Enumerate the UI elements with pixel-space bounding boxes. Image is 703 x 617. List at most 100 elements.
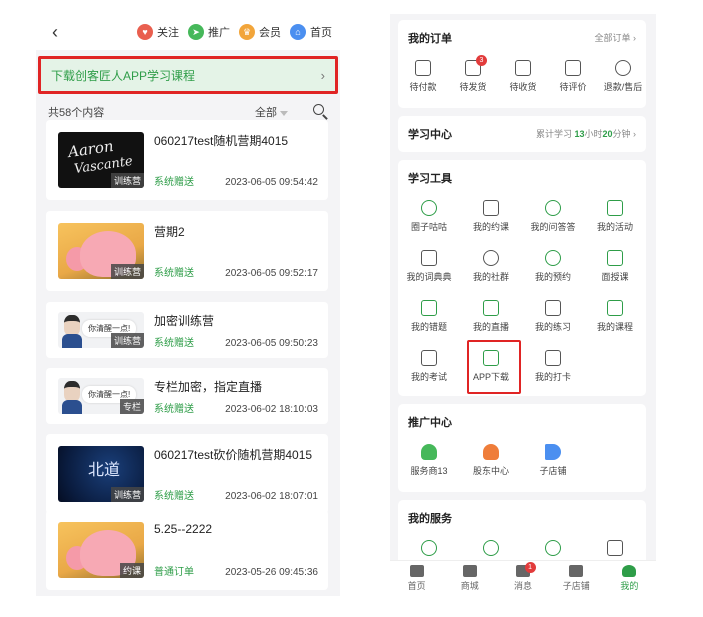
grid-label: 我的活动 <box>596 222 633 232</box>
follow-label: 关注 <box>157 27 179 39</box>
home-icon: ⌂ <box>290 24 306 40</box>
list-item[interactable]: 训练营 营期2 系统赠送 2023-06-05 09:52:17 <box>46 211 328 291</box>
banner-text: 下载创客匠人APP学习课程 <box>51 68 196 83</box>
item-date: 2023-06-05 09:50:23 <box>225 338 318 349</box>
item-date: 2023-05-26 09:45:36 <box>225 567 318 578</box>
all-orders-link[interactable]: 全部订单 › <box>595 31 637 44</box>
grid-label: 服务商13 <box>410 466 448 476</box>
item-thumbnail: Aaron Vascante 训练营 <box>58 132 144 188</box>
bottom-tab-bar: 首页 商城 1 消息 子店铺 我的 <box>390 560 656 596</box>
course-icon <box>607 300 623 316</box>
graduation-cap-icon <box>607 540 623 556</box>
tool-item[interactable]: 我的词典典 <box>398 250 460 283</box>
item-type-tag: 训练营 <box>110 173 144 188</box>
home-tab-icon <box>409 565 424 577</box>
tool-item[interactable]: 圈子咕咕 <box>398 200 460 233</box>
shop-tab-icon <box>569 565 584 577</box>
content-count: 共58个内容 <box>48 107 105 119</box>
tool-item[interactable]: 我的预约 <box>522 250 584 283</box>
tab-home[interactable]: 首页 <box>390 561 443 596</box>
tab-mall[interactable]: 商城 <box>443 561 496 596</box>
service-item[interactable] <box>522 540 584 560</box>
promote-button[interactable]: ➤ 推广 <box>188 24 230 40</box>
list-item[interactable]: 约课 5.25--2222 普通订单 2023-05-26 09:45:36 <box>46 510 328 590</box>
grid-label: 我的问答答 <box>530 222 576 232</box>
grid-label: 退款/售后 <box>603 82 643 92</box>
home-button[interactable]: ⌂ 首页 <box>290 24 332 40</box>
service-provider-item[interactable]: 服务商13 <box>398 444 460 477</box>
item-type-tag: 训练营 <box>110 487 144 502</box>
study-duration: 累计学习 13小时20分钟 › <box>535 129 636 139</box>
tool-item[interactable]: 我的考试 <box>398 350 460 383</box>
tool-item[interactable]: 我的练习 <box>522 300 584 333</box>
service-item[interactable] <box>584 540 646 560</box>
list-item[interactable]: Aaron Vascante 训练营 060217test随机营期4015 系统… <box>46 120 328 200</box>
search-icon[interactable] <box>312 104 328 120</box>
app-download-highlight <box>467 340 521 394</box>
tab-label: 子店铺 <box>562 581 590 591</box>
grid-label: 子店铺 <box>539 466 567 476</box>
tool-item[interactable]: 面授课 <box>584 250 646 283</box>
item-thumbnail: 北道 训练营 <box>58 446 144 502</box>
caret-down-icon <box>280 110 288 116</box>
item-source: 系统赠送 <box>154 177 194 188</box>
megaphone-icon <box>545 444 561 460</box>
item-title: 加密训练营 <box>154 314 215 328</box>
tab-profile[interactable]: 我的 <box>603 561 656 596</box>
service-item[interactable] <box>398 540 460 560</box>
item-source: 系统赠送 <box>154 491 194 502</box>
item-title: 5.25--2222 <box>154 522 213 536</box>
item-title: 060217test随机营期4015 <box>154 134 289 148</box>
circle-chat-icon <box>421 200 437 216</box>
tool-item[interactable]: 我的课程 <box>584 300 646 333</box>
service-item[interactable] <box>460 540 522 560</box>
tool-item[interactable]: 我的问答答 <box>522 200 584 233</box>
grid-label: 我的课程 <box>596 322 633 332</box>
tab-label: 首页 <box>407 581 426 591</box>
tab-messages[interactable]: 1 消息 <box>496 561 549 596</box>
item-thumbnail: 训练营 <box>58 223 144 279</box>
shareholder-item[interactable]: 股东中心 <box>460 444 522 477</box>
follow-button[interactable]: ♥ 关注 <box>137 24 179 40</box>
tool-item[interactable]: 我的打卡 <box>522 350 584 383</box>
wrong-question-icon <box>421 300 437 316</box>
grid-label: 待评价 <box>559 82 587 92</box>
tool-item[interactable]: 我的活动 <box>584 200 646 233</box>
tool-item[interactable]: 我的社群 <box>460 250 522 283</box>
shareholder-icon <box>483 444 499 460</box>
section-title: 学习中心 <box>408 129 452 141</box>
tab-sub-shop[interactable]: 子店铺 <box>550 561 603 596</box>
item-title: 060217test砍价随机营期4015 <box>154 448 313 462</box>
thumbnail-text: 北道 <box>88 460 121 479</box>
grid-label: 我的社群 <box>472 272 509 282</box>
filter-dropdown[interactable]: 全部 <box>255 104 288 120</box>
list-item[interactable]: 北道 训练营 060217test砍价随机营期4015 系统赠送 2023-06… <box>46 434 328 514</box>
calendar-clock-icon <box>483 200 499 216</box>
medal-icon <box>545 540 561 556</box>
item-date: 2023-06-02 18:10:03 <box>225 404 318 415</box>
tab-label: 消息 <box>514 581 533 591</box>
list-item[interactable]: 你清醒一点! 专栏 专栏加密，指定直播 系统赠送 2023-06-02 18:1… <box>46 368 328 424</box>
list-item[interactable]: 你清醒一点! 训练营 加密训练营 系统赠送 2023-06-05 09:50:2… <box>46 302 328 358</box>
section-title: 我的服务 <box>408 513 452 525</box>
tool-item[interactable]: 我的直播 <box>460 300 522 333</box>
member-button[interactable]: ♛ 会员 <box>239 24 281 40</box>
item-type-tag: 训练营 <box>110 264 144 279</box>
section-title: 我的订单 <box>408 33 452 45</box>
back-arrow-icon[interactable]: ‹ <box>44 21 66 43</box>
section-title: 学习工具 <box>408 173 452 185</box>
item-thumbnail: 你清醒一点! 专栏 <box>58 378 144 414</box>
tool-item[interactable]: 我的约课 <box>460 200 522 233</box>
section-title: 推广中心 <box>408 417 452 429</box>
top-nav: ♥ 关注 ➤ 推广 ♛ 会员 ⌂ 首页 <box>137 24 332 40</box>
sub-shop-item[interactable]: 子店铺 <box>522 444 584 477</box>
order-refund[interactable]: 退款/售后 <box>592 60 654 93</box>
grid-label: 我的预约 <box>534 272 571 282</box>
download-app-banner[interactable]: 下载创客匠人APP学习课程 › <box>38 56 338 94</box>
grid-label: 我的直播 <box>472 322 509 332</box>
tab-label: 商城 <box>460 581 479 591</box>
grid-label: 我的练习 <box>534 322 571 332</box>
study-center-section[interactable]: 学习中心 累计学习 13小时20分钟 › <box>398 116 646 152</box>
tool-item[interactable]: 我的错题 <box>398 300 460 333</box>
learning-tools-section: 学习工具 圈子咕咕 我的约课 我的问答答 我的活动 我的词典典 我的社群 我的预… <box>398 160 646 396</box>
